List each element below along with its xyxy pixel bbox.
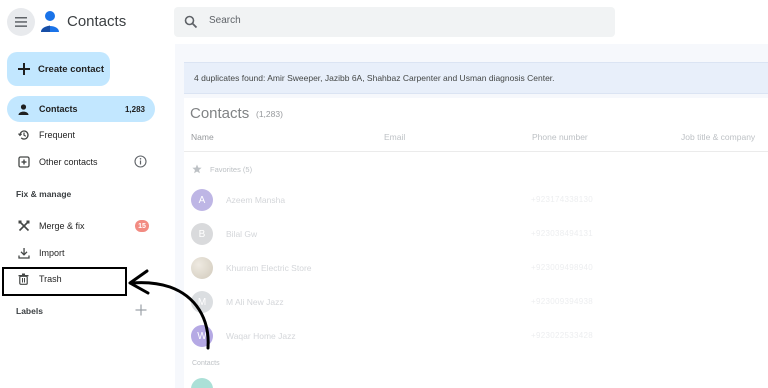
contact-phone: +923038494131 xyxy=(531,229,593,238)
sidebar-item-import[interactable]: Import xyxy=(7,240,155,266)
contact-row[interactable]: W Waqar Home Jazz +923022533428 xyxy=(191,319,751,353)
list-title: Contacts xyxy=(190,105,250,122)
header-divider xyxy=(184,151,768,152)
contact-name: Waqar Home Jazz xyxy=(226,331,296,341)
column-header-job[interactable]: Job title & company xyxy=(681,132,755,142)
sidebar-item-label: Frequent xyxy=(39,130,76,140)
contact-row[interactable]: A Azeem Mansha +923174338130 xyxy=(191,183,751,217)
sidebar-item-frequent[interactable]: Frequent xyxy=(7,122,155,148)
duplicates-banner[interactable]: 4 duplicates found: Amir Sweeper, Jazibb… xyxy=(184,62,768,94)
labels-heading: Labels xyxy=(16,306,43,316)
merge-count-badge: 15 xyxy=(135,220,149,232)
column-header-email[interactable]: Email xyxy=(384,132,405,142)
search-icon xyxy=(184,15,198,29)
contact-name: M Ali New Jazz xyxy=(226,297,284,307)
star-icon xyxy=(192,164,202,174)
contact-phone: +923009394938 xyxy=(531,297,593,306)
history-icon xyxy=(17,129,30,142)
contact-row[interactable]: B Bilal Gw +923038494131 xyxy=(191,217,751,251)
trash-highlight-box xyxy=(2,267,127,296)
contacts-section-heading: Contacts xyxy=(192,360,220,367)
avatar: M xyxy=(191,291,213,313)
contact-phone: +923022533428 xyxy=(531,331,593,340)
favorites-label: Favorites (5) xyxy=(210,164,253,174)
sidebar-item-label: Merge & fix xyxy=(39,221,85,231)
person-icon xyxy=(17,103,30,116)
contacts-logo-icon xyxy=(41,11,59,32)
contact-row[interactable]: M M Ali New Jazz +923009394938 xyxy=(191,285,751,319)
avatar: B xyxy=(191,223,213,245)
column-header-phone[interactable]: Phone number xyxy=(532,132,588,142)
add-label-icon[interactable] xyxy=(135,304,147,316)
duplicates-message: 4 duplicates found: Amir Sweeper, Jazibb… xyxy=(194,73,555,83)
search-placeholder: Search xyxy=(209,15,241,26)
search-input[interactable]: Search xyxy=(174,7,615,37)
add-box-icon xyxy=(17,156,30,169)
avatar: W xyxy=(191,325,213,347)
sidebar: Create contact Contacts 1,283 Frequent O… xyxy=(0,44,175,388)
app-title: Contacts xyxy=(67,13,127,30)
merge-icon xyxy=(17,220,30,233)
top-app-bar: Contacts Search xyxy=(0,0,768,44)
info-icon[interactable] xyxy=(134,155,147,168)
column-header-name[interactable]: Name xyxy=(191,132,214,142)
avatar-photo xyxy=(191,257,213,279)
create-contact-button[interactable]: Create contact xyxy=(7,52,110,86)
contacts-list-panel: Contacts (1,283) Name Email Phone number… xyxy=(184,98,768,388)
sidebar-item-label: Other contacts xyxy=(39,157,98,167)
avatar xyxy=(191,378,213,388)
main-content: 4 duplicates found: Amir Sweeper, Jazibb… xyxy=(175,44,768,388)
main-menu-button[interactable] xyxy=(7,8,35,36)
plus-icon xyxy=(18,63,30,75)
favorites-heading: Favorites (5) xyxy=(192,164,252,174)
create-contact-label: Create contact xyxy=(38,63,104,75)
list-count: (1,283) xyxy=(256,109,283,119)
contact-row[interactable]: Khurram Electric Store +923009498940 xyxy=(191,251,751,285)
avatar: A xyxy=(191,189,213,211)
contacts-count: 1,283 xyxy=(124,104,145,114)
contact-phone: +923009498940 xyxy=(531,263,593,272)
contact-name: Azeem Mansha xyxy=(226,195,286,205)
contact-name: Bilal Gw xyxy=(226,229,258,239)
sidebar-item-merge-fix[interactable]: Merge & fix 15 xyxy=(7,213,155,239)
sidebar-item-contacts[interactable]: Contacts 1,283 xyxy=(7,96,155,122)
hamburger-menu-icon xyxy=(15,17,27,27)
contact-phone: +923174338130 xyxy=(531,195,593,204)
sidebar-item-label: Contacts xyxy=(39,104,78,114)
contact-name: Khurram Electric Store xyxy=(226,263,312,273)
sidebar-item-other-contacts[interactable]: Other contacts xyxy=(7,149,155,175)
fix-manage-heading: Fix & manage xyxy=(16,189,72,199)
sidebar-item-label: Import xyxy=(39,248,65,258)
download-icon xyxy=(17,247,30,260)
